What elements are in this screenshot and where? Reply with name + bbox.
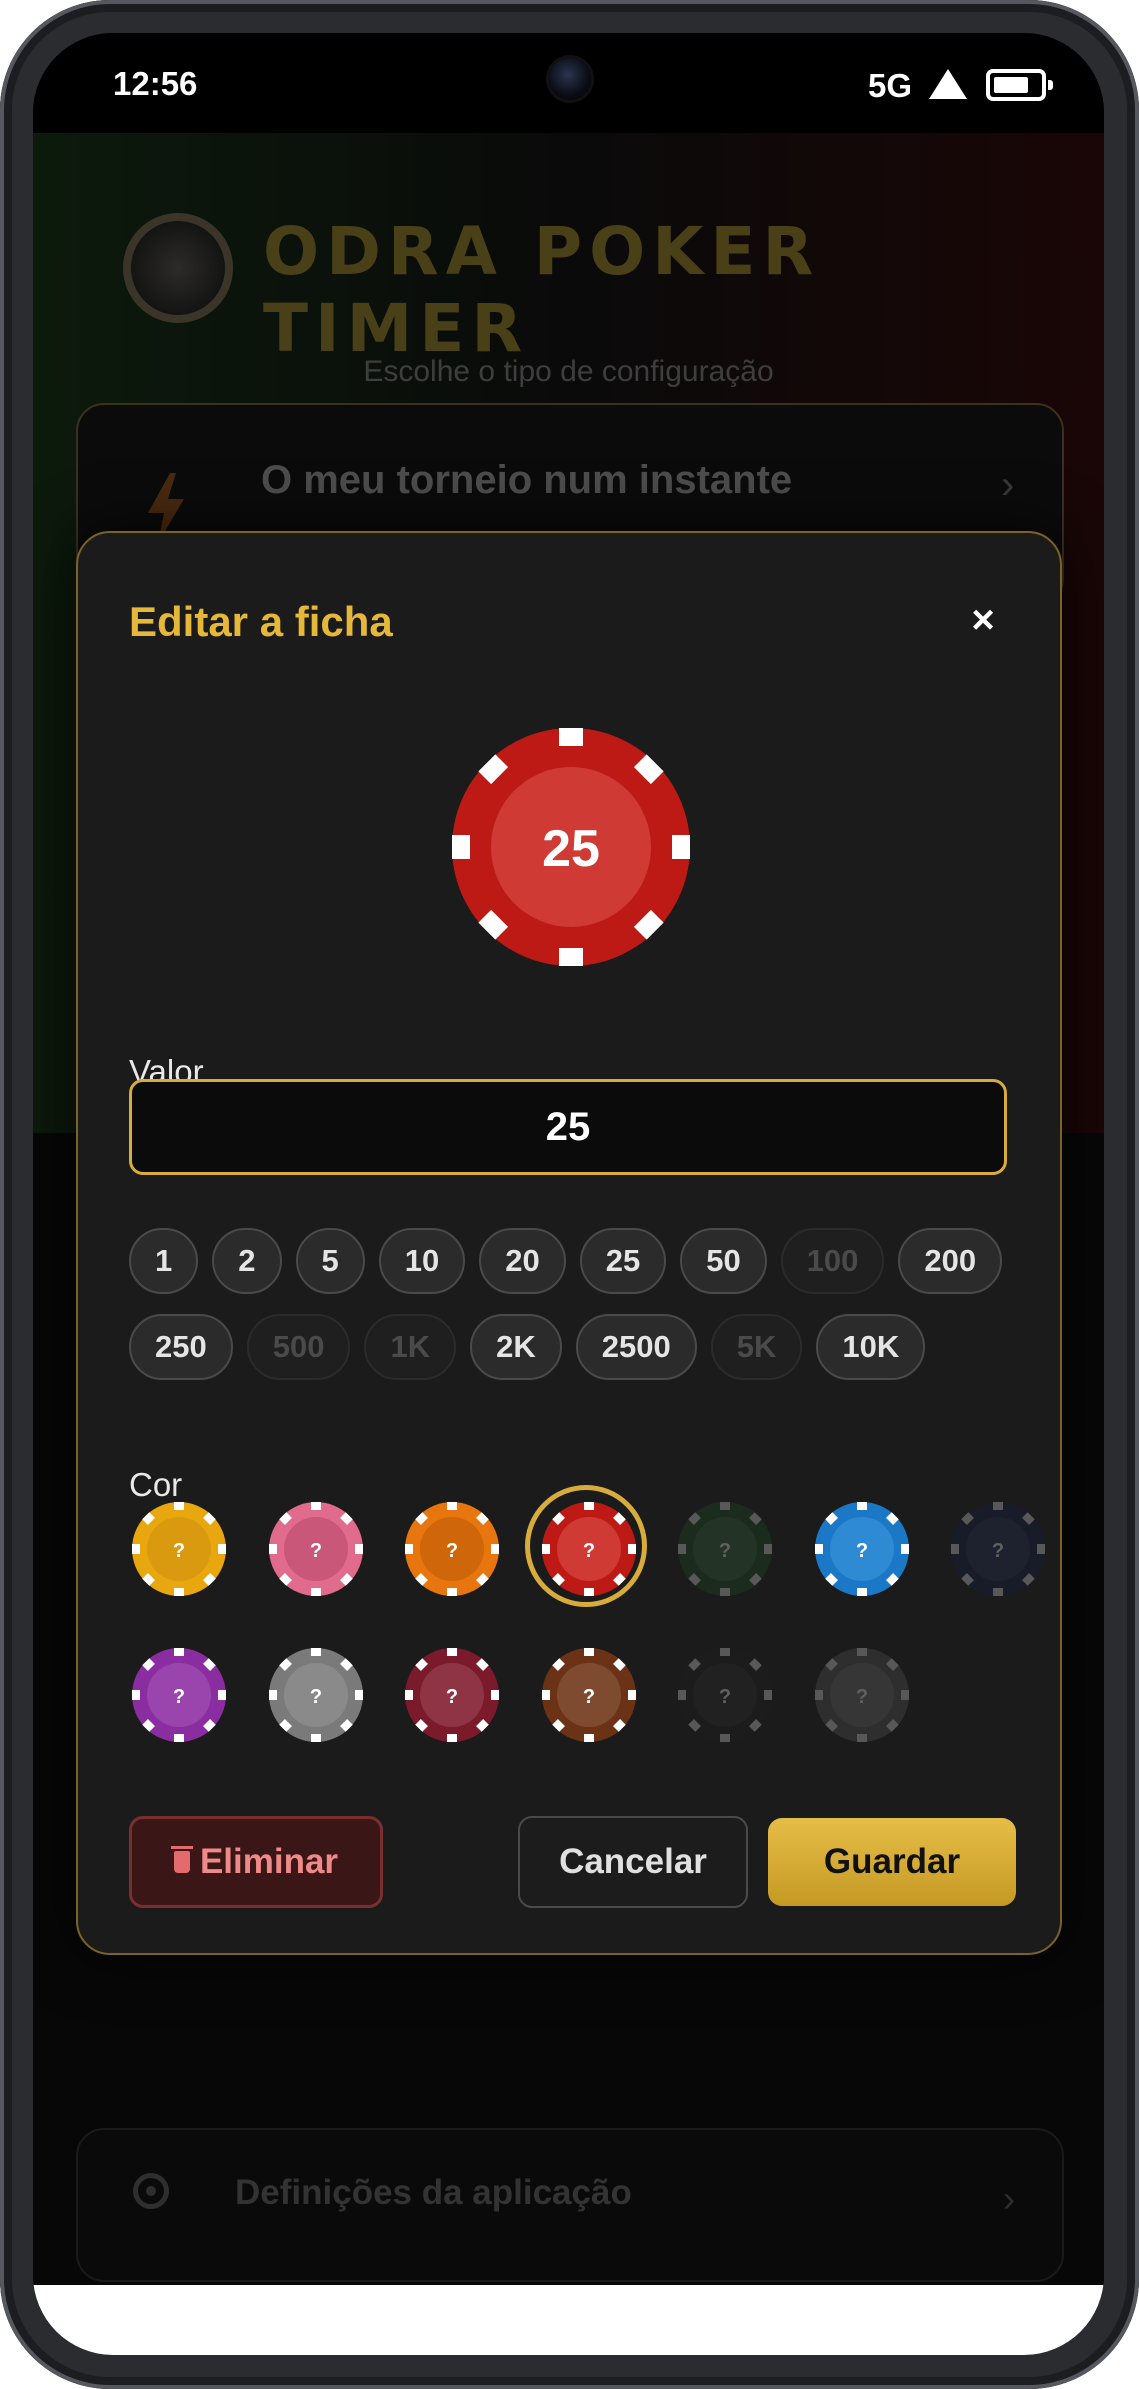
quick-value-button-disabled: 1K (364, 1314, 457, 1380)
swatch-mark: ? (582, 1686, 594, 1708)
chip-icon: ? (814, 1648, 909, 1742)
color-swatch-dark-gray[interactable]: ? (814, 1647, 910, 1743)
quick-value-button[interactable]: 2 (212, 1228, 282, 1294)
quick-value-button[interactable]: 200 (898, 1228, 1003, 1294)
quick-value-button[interactable]: 10 (378, 1228, 466, 1294)
trash-icon (170, 1846, 193, 1873)
save-button[interactable]: Guardar (768, 1818, 1016, 1906)
gear-icon (133, 2173, 169, 2209)
color-swatch-maroon[interactable]: ? (404, 1647, 500, 1743)
quick-values-row-2: 250 500 1K 2K 2500 5K 10K (129, 1314, 1029, 1380)
quick-values: 1 2 5 10 20 25 50 100 200 250 500 1K 2K … (129, 1228, 1029, 1400)
chip-icon: ? (405, 1502, 499, 1596)
screen: ODRA POKER TIMER Escolhe o tipo de confi… (33, 33, 1104, 2355)
color-swatch-yellow[interactable]: ? (131, 1501, 227, 1597)
home-indicator-area (33, 2285, 1104, 2355)
swatch-mark: ? (855, 1686, 867, 1708)
color-swatch-green[interactable]: ? (677, 1501, 773, 1597)
quick-value-button[interactable]: 25 (579, 1228, 667, 1294)
app-subtitle: Escolhe o tipo de configuração (363, 355, 774, 388)
chip-icon: ? (814, 1502, 909, 1596)
swatch-mark: ? (719, 1686, 731, 1708)
quick-values-row-1: 1 2 5 10 20 25 50 100 200 (129, 1228, 1029, 1294)
color-swatch-navy[interactable]: ? (950, 1501, 1046, 1597)
phone-frame: ODRA POKER TIMER Escolhe o tipo de confi… (0, 0, 1139, 2389)
camera-cutout (549, 58, 591, 100)
quick-value-button[interactable]: 2500 (575, 1314, 697, 1380)
close-button[interactable]: × (958, 595, 1008, 645)
quick-value-button[interactable]: 10K (816, 1314, 926, 1380)
chip-icon: ? (951, 1502, 1045, 1596)
color-swatch-black[interactable]: ? (677, 1647, 773, 1743)
chip-icon: ? (678, 1648, 772, 1742)
battery-icon (986, 69, 1053, 101)
chevron-right-icon: › (1003, 2178, 1015, 2219)
color-picker: ????????????? (129, 1485, 1045, 1801)
chip-icon: ? (541, 1502, 636, 1596)
chip-icon: ? (132, 1648, 226, 1742)
chevron-right-icon: › (1001, 463, 1015, 507)
chip-icon: ? (132, 1502, 226, 1596)
chip-icon: ? (405, 1648, 499, 1742)
quick-tournament-title: O meu torneio num instante (261, 458, 793, 502)
signal-icon (929, 69, 967, 99)
app-title: ODRA POKER TIMER (263, 213, 821, 367)
color-swatch-blue[interactable]: ? (814, 1501, 910, 1597)
delete-label: Eliminar (199, 1842, 339, 1881)
status-time: 12:56 (113, 65, 198, 102)
chip-icon: ? (268, 1648, 363, 1742)
swatch-mark: ? (309, 1540, 321, 1562)
quick-value-button[interactable]: 20 (479, 1228, 566, 1294)
cancel-button[interactable]: Cancelar (518, 1816, 748, 1908)
color-swatch-purple[interactable]: ? (131, 1647, 227, 1743)
color-swatch-gray[interactable]: ? (268, 1647, 364, 1743)
swatch-mark: ? (173, 1540, 185, 1562)
quick-value-button-disabled: 100 (780, 1228, 885, 1294)
swatch-mark: ? (173, 1686, 185, 1708)
value-input[interactable] (129, 1079, 1007, 1175)
edit-chip-modal: Editar a ficha × 25 Valor 25 1 2 5 10 20… (76, 531, 1062, 1955)
swatch-mark: ? (719, 1540, 731, 1562)
swatch-mark: ? (446, 1686, 458, 1708)
swatch-mark: ? (992, 1540, 1004, 1562)
color-label: Cor (129, 1466, 183, 1503)
swatch-mark: ? (446, 1540, 458, 1562)
swatch-mark: ? (582, 1540, 594, 1562)
delete-button[interactable]: Eliminar (129, 1816, 383, 1908)
chip-preview: 25 (452, 728, 690, 966)
swatch-mark: ? (309, 1686, 321, 1708)
network-type: 5G (868, 67, 913, 104)
color-swatch-brown[interactable]: ? (541, 1647, 637, 1743)
color-swatch-red[interactable]: ? (524, 1485, 647, 1607)
quick-value-button[interactable]: 2K (470, 1314, 562, 1380)
quick-value-button[interactable]: 1 (129, 1228, 199, 1294)
chip-icon: ? (268, 1502, 363, 1596)
app-logo (123, 213, 233, 323)
swatch-mark: ? (855, 1540, 867, 1562)
chip-icon: ? (541, 1648, 636, 1742)
quick-value-button[interactable]: 5 (295, 1228, 365, 1294)
color-swatch-pink[interactable]: ? (268, 1501, 364, 1597)
modal-title: Editar a ficha (129, 598, 393, 645)
quick-value-button[interactable]: 50 (680, 1228, 767, 1294)
color-swatch-orange[interactable]: ? (404, 1501, 500, 1597)
chip-preview-value: 25 (542, 820, 600, 878)
settings-label: Definições da aplicação (235, 2173, 632, 2212)
chip-icon: ? (678, 1502, 772, 1596)
quick-value-button-disabled: 5K (710, 1314, 803, 1380)
quick-value-button-disabled: 500 (246, 1314, 351, 1380)
quick-value-button[interactable]: 250 (129, 1314, 233, 1380)
